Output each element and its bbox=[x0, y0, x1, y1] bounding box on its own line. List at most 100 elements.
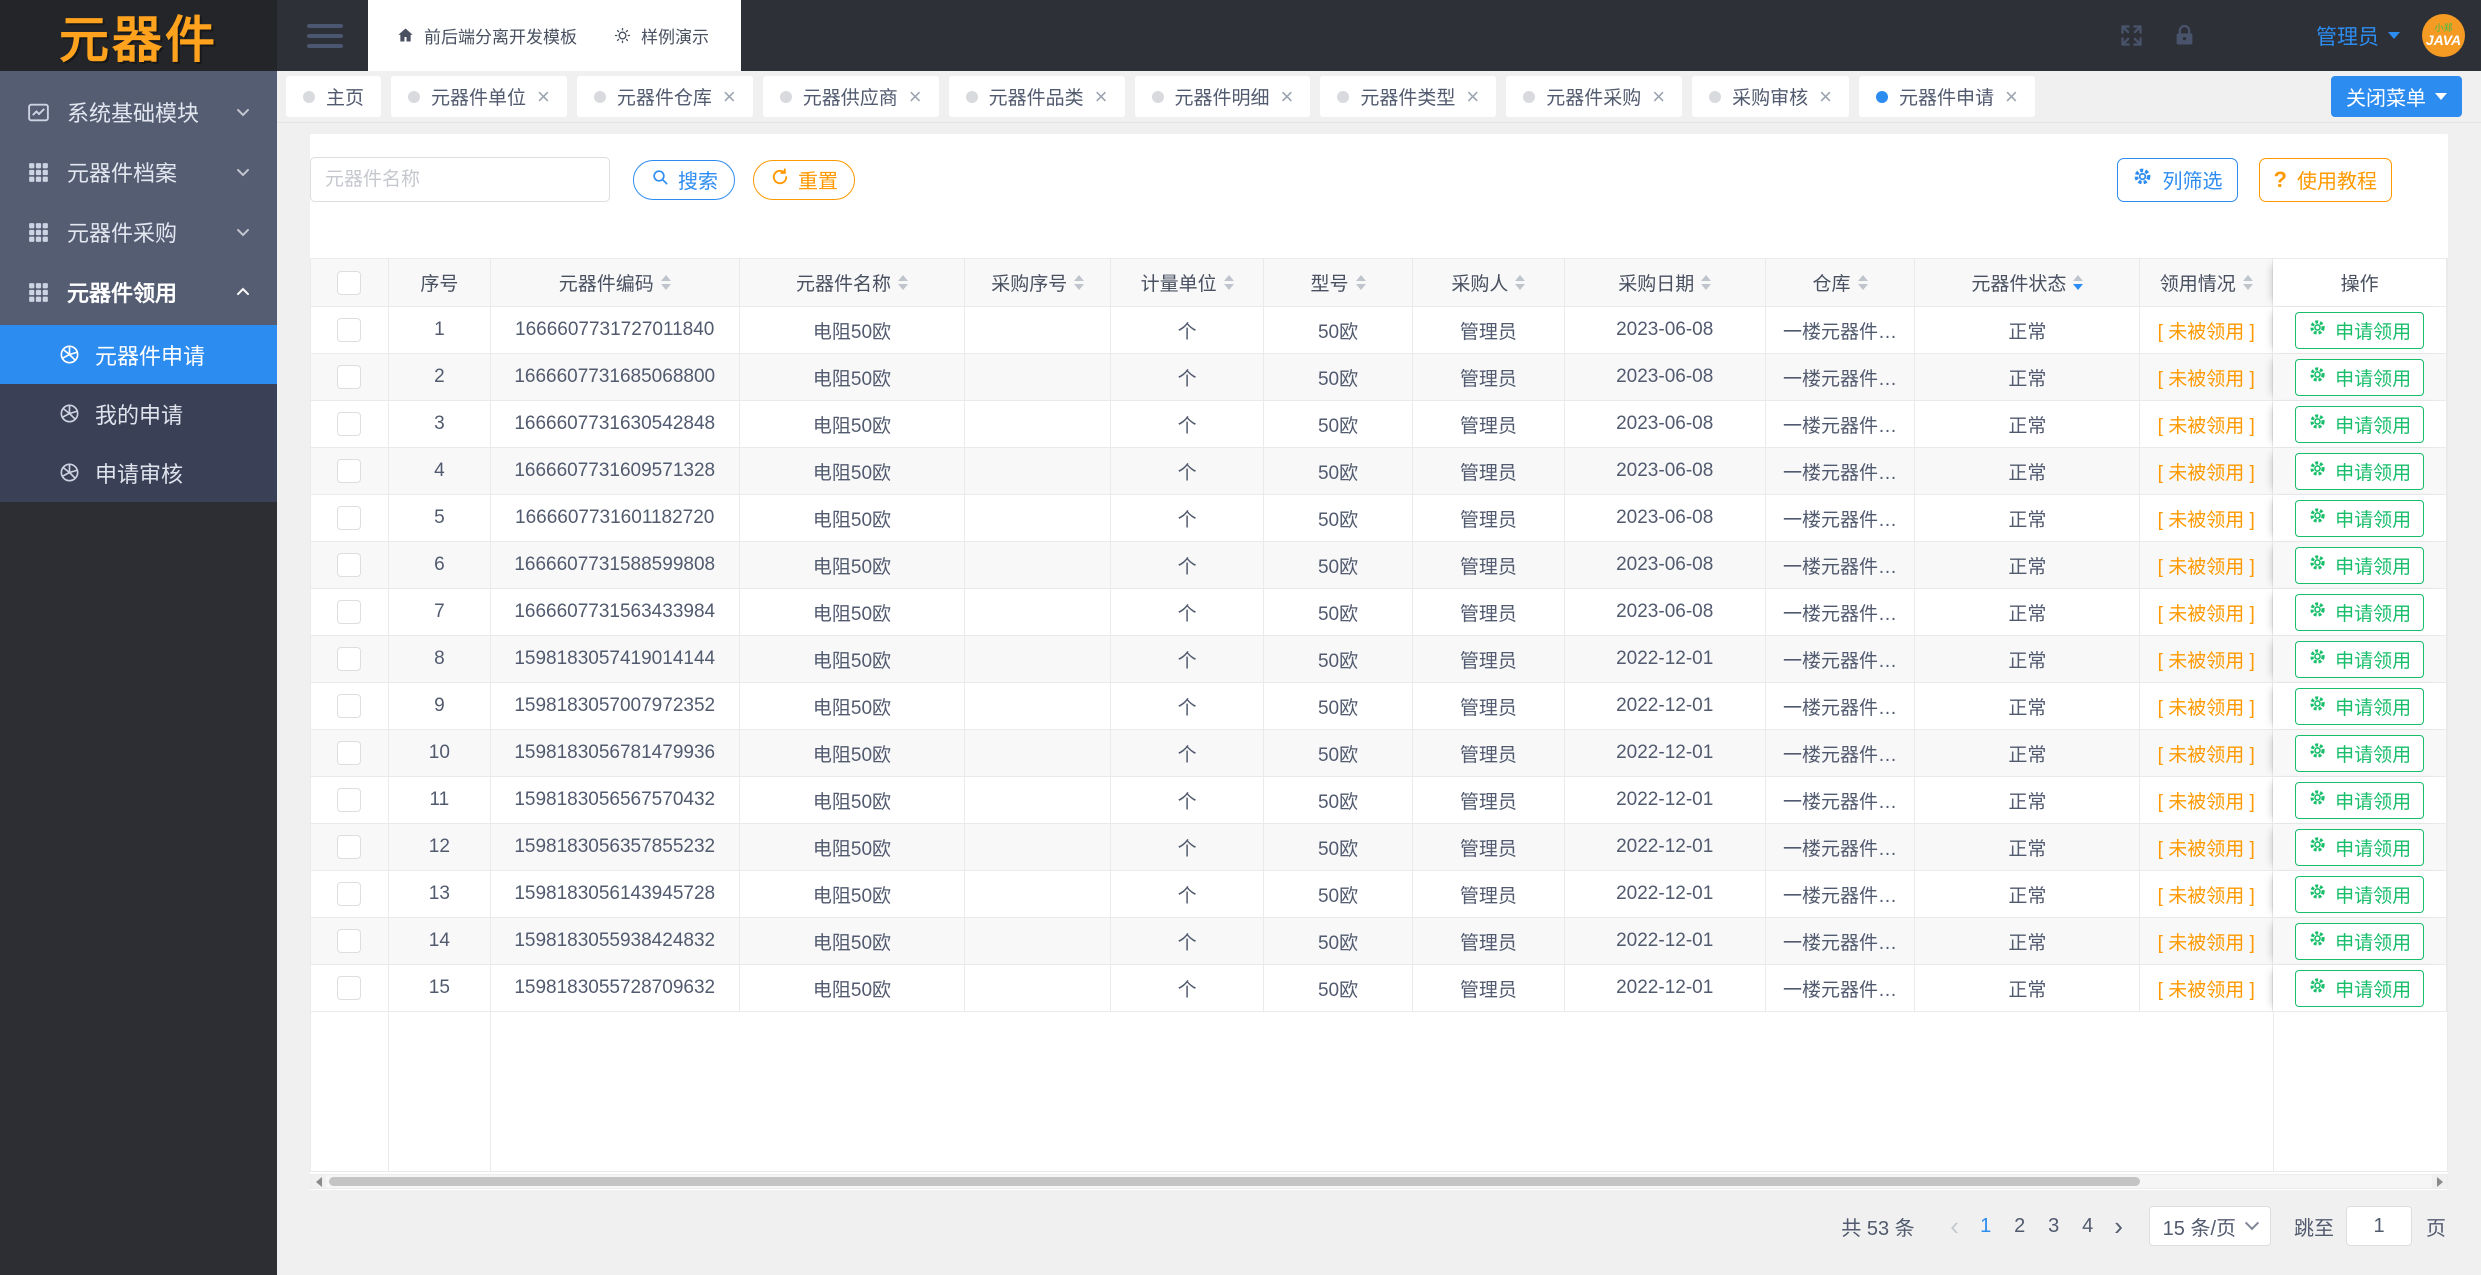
tutorial-button[interactable]: ? 使用教程 bbox=[2258, 157, 2392, 202]
sort-icon[interactable] bbox=[1515, 275, 1526, 290]
scrollbar-thumb[interactable] bbox=[329, 1177, 2141, 1186]
apply-button[interactable]: 申请领用 bbox=[2295, 452, 2425, 490]
sort-icon[interactable] bbox=[2073, 275, 2084, 290]
search-input[interactable] bbox=[310, 157, 610, 202]
tab[interactable]: 元器件品类 × bbox=[948, 76, 1125, 117]
apply-button[interactable]: 申请领用 bbox=[2295, 969, 2425, 1007]
close-icon[interactable]: × bbox=[1095, 85, 1108, 108]
column-header[interactable]: 仓库 bbox=[1765, 259, 1916, 307]
page-size-select[interactable]: 15 条/页 bbox=[2148, 1206, 2271, 1246]
select-all-checkbox[interactable] bbox=[337, 270, 362, 295]
sidebar-item[interactable]: 系统基础模块 bbox=[0, 82, 277, 142]
tab[interactable]: 元器件申请 × bbox=[1859, 76, 2035, 117]
close-icon[interactable]: × bbox=[1819, 85, 1832, 108]
avatar[interactable]: 小郑 JAVA bbox=[2422, 14, 2465, 57]
column-header[interactable]: 型号 bbox=[1264, 259, 1413, 307]
apply-button[interactable]: 申请领用 bbox=[2295, 922, 2425, 960]
scroll-right-arrow[interactable] bbox=[2432, 1175, 2447, 1188]
apply-button[interactable]: 申请领用 bbox=[2295, 687, 2425, 725]
row-checkbox[interactable] bbox=[337, 459, 362, 483]
row-checkbox[interactable] bbox=[337, 365, 362, 389]
column-header[interactable]: 元器件编码 bbox=[490, 259, 740, 307]
sort-icon[interactable] bbox=[1857, 275, 1868, 290]
column-header[interactable]: 采购人 bbox=[1412, 259, 1565, 307]
sidebar-subitem[interactable]: 元器件申请 bbox=[0, 325, 277, 384]
close-icon[interactable]: × bbox=[723, 85, 736, 108]
sidebar-subitem[interactable]: 我的申请 bbox=[0, 384, 277, 443]
sort-icon[interactable] bbox=[2242, 275, 2253, 290]
close-icon[interactable]: × bbox=[537, 85, 550, 108]
close-icon[interactable]: × bbox=[1652, 85, 1665, 108]
sort-icon[interactable] bbox=[660, 275, 671, 290]
apply-button[interactable]: 申请领用 bbox=[2295, 311, 2425, 349]
lock-icon[interactable] bbox=[2171, 22, 2198, 49]
page-number[interactable]: 3 bbox=[2037, 1215, 2071, 1238]
column-header[interactable]: 计量单位 bbox=[1111, 259, 1265, 307]
sort-icon[interactable] bbox=[1701, 275, 1712, 290]
column-header[interactable]: 元器件名称 bbox=[739, 259, 966, 307]
apply-button[interactable]: 申请领用 bbox=[2295, 828, 2425, 866]
row-checkbox[interactable] bbox=[337, 976, 362, 1000]
prev-page-button[interactable]: ‹ bbox=[1941, 1213, 1969, 1239]
tab[interactable]: 元器件单位 × bbox=[391, 76, 567, 117]
row-checkbox[interactable] bbox=[337, 318, 362, 342]
apply-button[interactable]: 申请领用 bbox=[2295, 593, 2425, 631]
sort-icon[interactable] bbox=[897, 275, 908, 290]
tab[interactable]: 主页 bbox=[286, 76, 382, 117]
jump-page-input[interactable] bbox=[2346, 1206, 2412, 1246]
close-icon[interactable]: × bbox=[1466, 85, 1479, 108]
row-checkbox[interactable] bbox=[337, 882, 362, 906]
sort-icon[interactable] bbox=[1355, 275, 1366, 290]
scrollbar-track[interactable] bbox=[326, 1175, 2432, 1188]
sidebar-item[interactable]: 元器件档案 bbox=[0, 142, 277, 202]
row-checkbox[interactable] bbox=[337, 553, 362, 577]
search-button[interactable]: 搜索 bbox=[633, 159, 735, 200]
row-checkbox[interactable] bbox=[337, 694, 362, 718]
apply-button[interactable]: 申请领用 bbox=[2295, 499, 2425, 537]
nav-item[interactable]: 前后端分离开发模板 bbox=[396, 23, 577, 48]
column-header[interactable]: 采购序号 bbox=[965, 259, 1112, 307]
next-page-button[interactable]: › bbox=[2105, 1213, 2133, 1239]
row-checkbox[interactable] bbox=[337, 647, 362, 671]
apply-button[interactable]: 申请领用 bbox=[2295, 781, 2425, 819]
apply-button[interactable]: 申请领用 bbox=[2295, 640, 2425, 678]
column-header[interactable]: 领用情况 bbox=[2140, 259, 2274, 307]
row-checkbox[interactable] bbox=[337, 412, 362, 436]
sidebar-item[interactable]: 元器件采购 bbox=[0, 202, 277, 262]
horizontal-scrollbar[interactable] bbox=[310, 1174, 2448, 1189]
close-icon[interactable]: × bbox=[1281, 85, 1294, 108]
page-number[interactable]: 4 bbox=[2071, 1215, 2105, 1238]
tab[interactable]: 元器件明细 × bbox=[1134, 76, 1311, 117]
apply-button[interactable]: 申请领用 bbox=[2295, 405, 2425, 443]
column-header[interactable]: 采购日期 bbox=[1564, 259, 1766, 307]
reset-button[interactable]: 重置 bbox=[753, 159, 855, 200]
scroll-left-arrow[interactable] bbox=[311, 1175, 326, 1188]
apply-button[interactable]: 申请领用 bbox=[2295, 546, 2425, 584]
column-header[interactable]: 元器件状态 bbox=[1915, 259, 2141, 307]
sort-icon[interactable] bbox=[1223, 275, 1234, 290]
user-dropdown[interactable]: 管理员 bbox=[2316, 21, 2400, 51]
hamburger-menu-icon[interactable] bbox=[307, 23, 343, 48]
sidebar-item[interactable]: 元器件领用 bbox=[0, 262, 277, 322]
sidebar-subitem[interactable]: 申请审核 bbox=[0, 443, 277, 502]
tab[interactable]: 元器件采购 × bbox=[1506, 76, 1683, 117]
column-filter-button[interactable]: 列筛选 bbox=[2116, 157, 2238, 202]
close-icon[interactable]: × bbox=[2005, 85, 2018, 108]
row-checkbox[interactable] bbox=[337, 600, 362, 624]
tab[interactable]: 元器件类型 × bbox=[1320, 76, 1497, 117]
fullscreen-icon[interactable] bbox=[2118, 22, 2145, 49]
page-number[interactable]: 1 bbox=[1969, 1215, 2003, 1238]
sort-icon[interactable] bbox=[1074, 275, 1085, 290]
row-checkbox[interactable] bbox=[337, 788, 362, 812]
row-checkbox[interactable] bbox=[337, 506, 362, 530]
tab[interactable]: 元器件仓库 × bbox=[576, 76, 753, 117]
tab[interactable]: 采购审核 × bbox=[1692, 76, 1850, 117]
row-checkbox[interactable] bbox=[337, 741, 362, 765]
close-menu-button[interactable]: 关闭菜单 bbox=[2331, 76, 2462, 117]
close-icon[interactable]: × bbox=[909, 85, 922, 108]
nav-item[interactable]: 样例演示 bbox=[613, 23, 709, 48]
apply-button[interactable]: 申请领用 bbox=[2295, 734, 2425, 772]
row-checkbox[interactable] bbox=[337, 835, 362, 859]
tab[interactable]: 元器供应商 × bbox=[762, 76, 939, 117]
row-checkbox[interactable] bbox=[337, 929, 362, 953]
